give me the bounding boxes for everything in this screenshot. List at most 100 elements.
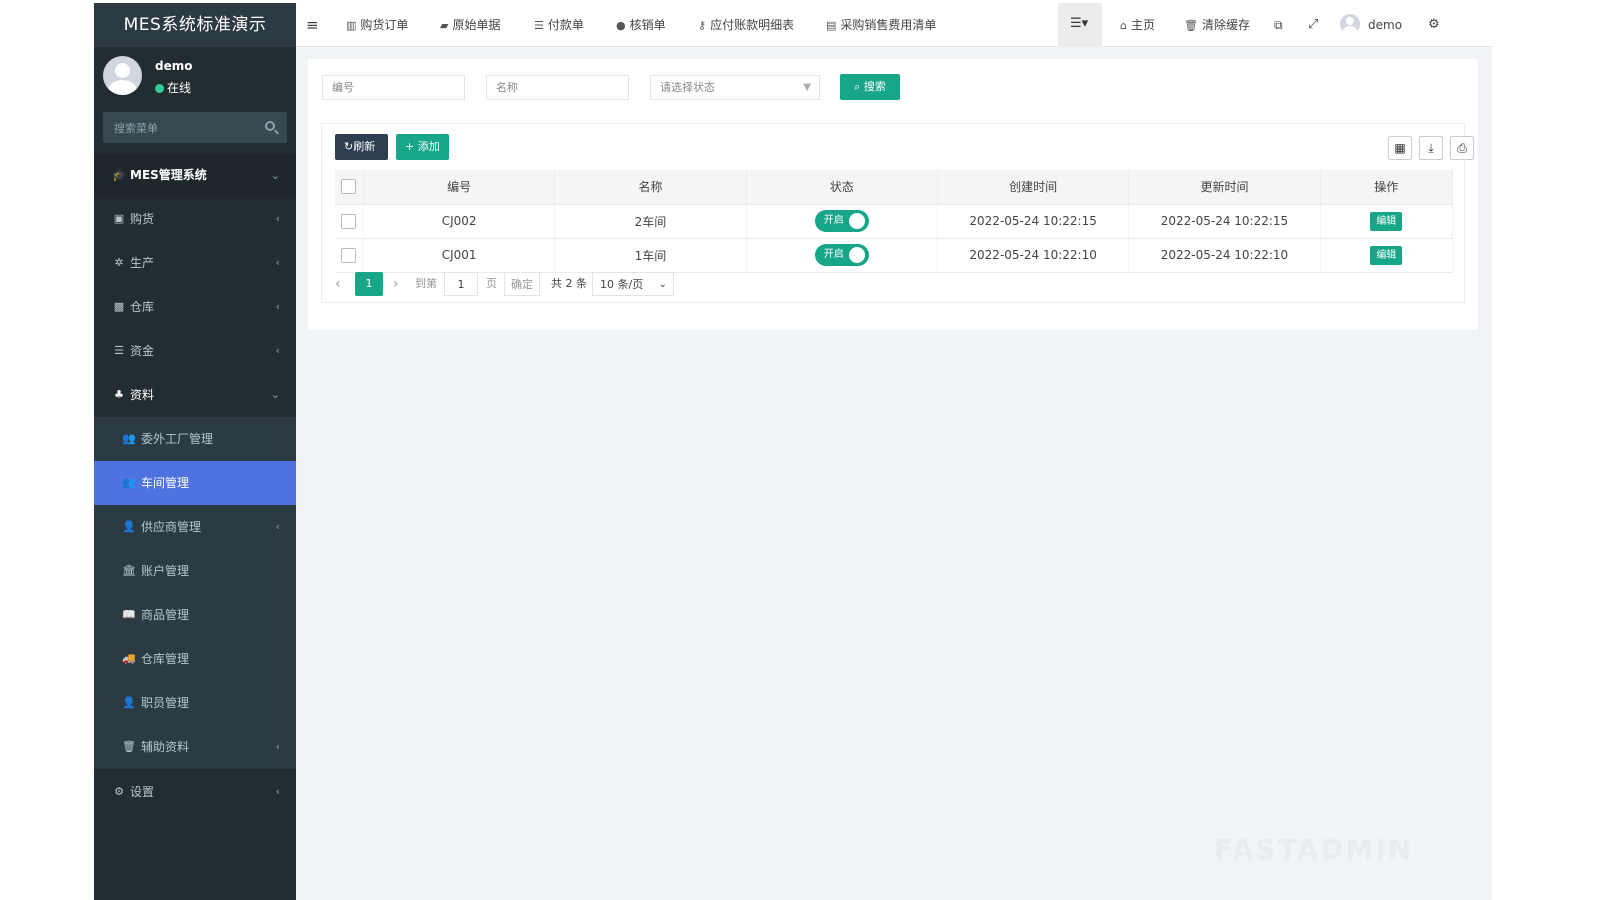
tab-original-docs[interactable]: ▰ 原始单据: [440, 3, 500, 47]
brand-watermark: FASTADMIN: [1214, 833, 1414, 866]
cell-name: 2车间: [554, 204, 747, 239]
home-link[interactable]: ⌂ 主页: [1120, 3, 1155, 47]
table-row[interactable]: CJ001 1车间 开启 2022-05-24 10:22:10 2022-05…: [335, 238, 1454, 273]
sidebar-item-label: 购货: [130, 212, 155, 226]
cell-updated: 2022-05-24 10:22:10: [1128, 238, 1321, 273]
sidebar-item-supplier[interactable]: 👤 供应商管理 ‹: [94, 505, 296, 549]
tab-label: 采购销售费用清单: [840, 18, 937, 32]
sidebar-item-workshop[interactable]: 👥 车间管理: [94, 461, 296, 505]
graduation-cap-icon: 🎓: [112, 169, 126, 182]
sidebar-item-data[interactable]: ♣ 资料 ⌄: [94, 373, 296, 417]
table-container: ↻刷新 + 添加 ▦ ⤓ ⎙ 编号 名称 状态 创建时间 更新时间 操作 CJ0…: [321, 123, 1474, 303]
export-icon[interactable]: ⤓: [1419, 136, 1443, 160]
chevron-down-icon: ⌄: [658, 279, 667, 290]
sidebar-item-warehouse[interactable]: ▩ 仓库 ‹: [94, 285, 296, 329]
total-count: 共 2 条: [551, 277, 587, 290]
table-row[interactable]: CJ002 2车间 开启 2022-05-24 10:22:15 2022-05…: [335, 204, 1454, 239]
column-header[interactable]: 状态: [746, 170, 938, 205]
cell-name: 1车间: [554, 238, 747, 273]
menu-dropdown-button[interactable]: ☰▾: [1058, 3, 1102, 47]
name-filter-input[interactable]: 名称: [486, 75, 629, 100]
cell-action: 编辑: [1320, 204, 1454, 239]
status-toggle-label: 开启: [823, 249, 844, 260]
tab-payment[interactable]: ☰ 付款单: [534, 3, 584, 47]
prev-page-button[interactable]: ‹: [335, 272, 345, 296]
sidebar-menu: 🎓 MES管理系统 ⌄ ▣ 购货 ‹ ✲ 生产 ‹ ▩ 仓库 ‹ ☰ 资金 ‹ …: [94, 154, 296, 815]
status-toggle-label: 开启: [823, 215, 844, 226]
search-icon[interactable]: [265, 121, 275, 131]
fullscreen-icon[interactable]: ⤢: [1308, 3, 1318, 47]
sidebar-item-aux-data[interactable]: 🗑 辅助资料 ‹: [94, 725, 296, 769]
sidebar: MES系统标准演示 demo 在线 搜索菜单 🎓 MES管理系统 ⌄ ▣ 购货 …: [94, 3, 296, 900]
column-header[interactable]: 编号: [363, 170, 556, 205]
status-toggle[interactable]: 开启: [814, 244, 869, 266]
tab-expense-list[interactable]: ▤ 采购销售费用清单: [826, 3, 936, 47]
page-number-input[interactable]: 1: [444, 272, 478, 296]
add-button[interactable]: + 添加: [396, 134, 449, 160]
user-plus-icon: 👥: [122, 432, 136, 445]
cell-updated: 2022-05-24 10:22:15: [1128, 204, 1321, 239]
edit-button[interactable]: 编辑: [1370, 211, 1403, 231]
sidebar-item-staff[interactable]: 👤 职员管理: [94, 681, 296, 725]
cogs-icon[interactable]: ⚙: [1428, 3, 1440, 47]
trash-icon: 🗑: [1184, 19, 1198, 32]
sidebar-item-goods[interactable]: 📖 商品管理: [94, 593, 296, 637]
sidebar-item-production[interactable]: ✲ 生产 ‹: [94, 241, 296, 285]
app-logo[interactable]: MES系统标准演示: [94, 3, 296, 47]
print-icon[interactable]: ⎙: [1450, 136, 1474, 160]
sidebar-item-outsource-factory[interactable]: 👥 委外工厂管理: [94, 417, 296, 461]
column-header[interactable]: 更新时间: [1128, 170, 1321, 205]
tab-label: 应付账款明细表: [710, 18, 795, 32]
page-size-select[interactable]: 10 条/页 ⌄: [592, 272, 674, 296]
translate-icon[interactable]: ⧉: [1274, 3, 1283, 47]
row-checkbox[interactable]: [341, 213, 357, 229]
column-header[interactable]: 创建时间: [937, 170, 1130, 205]
sidebar-item-label: 资金: [130, 344, 155, 358]
tab-purchase-order[interactable]: ▥ 购货订单: [346, 3, 408, 47]
goto-confirm-button[interactable]: 确定: [504, 272, 540, 296]
code-filter-input[interactable]: 编号: [322, 75, 465, 100]
select-all-checkbox[interactable]: [341, 179, 357, 195]
sidebar-item-account[interactable]: 🏛 账户管理: [94, 549, 296, 593]
menu-search-placeholder: 搜索菜单: [114, 122, 158, 135]
edit-button[interactable]: 编辑: [1370, 245, 1403, 265]
row-checkbox[interactable]: [341, 247, 357, 263]
plus-icon: +: [405, 140, 418, 153]
sidebar-item-funds[interactable]: ☰ 资金 ‹: [94, 329, 296, 373]
sidebar-header-mes[interactable]: 🎓 MES管理系统 ⌄: [94, 154, 296, 197]
status-filter-select[interactable]: 请选择状态 ▼: [650, 75, 820, 100]
search-icon: ⌕: [854, 80, 864, 93]
sidebar-toggle-icon[interactable]: ≡: [306, 3, 319, 47]
online-dot-icon: [155, 84, 164, 93]
cell-action: 编辑: [1320, 238, 1454, 273]
menu-search-input[interactable]: 搜索菜单: [103, 112, 287, 143]
sidebar-item-settings[interactable]: ⚙ 设置 ‹: [94, 769, 296, 815]
refresh-icon: ↻: [344, 140, 354, 153]
clear-cache-button[interactable]: 🗑 清除缓存: [1184, 3, 1250, 47]
user-menu-label: demo: [1368, 18, 1403, 32]
trash-icon: 🗑: [122, 740, 136, 753]
sidebar-item-label: 生产: [130, 256, 155, 270]
cell-created: 2022-05-24 10:22:15: [937, 204, 1130, 239]
columns-icon[interactable]: ▦: [1388, 136, 1412, 160]
tab-writeoff[interactable]: ● 核销单: [616, 3, 666, 47]
cell-code: CJ001: [363, 238, 556, 273]
cell-status: 开启: [746, 204, 938, 239]
sidebar-item-warehouse-manage[interactable]: 🚚 仓库管理: [94, 637, 296, 681]
home-label: 主页: [1130, 18, 1155, 32]
refresh-button[interactable]: ↻刷新: [335, 134, 388, 160]
sidebar-item-label: 职员管理: [141, 696, 190, 710]
user-icon: 👤: [122, 696, 136, 709]
sidebar-item-label: 资料: [130, 388, 155, 402]
status-toggle[interactable]: 开启: [814, 210, 869, 232]
goto-label: 到第: [415, 277, 437, 290]
current-page-button[interactable]: 1: [355, 272, 383, 296]
search-button[interactable]: ⌕ 搜索: [840, 74, 900, 100]
sidebar-item-purchase[interactable]: ▣ 购货 ‹: [94, 197, 296, 241]
next-page-button[interactable]: ›: [393, 272, 399, 296]
sidebar-item-label: 仓库: [130, 300, 155, 314]
tab-payables-detail[interactable]: ⚷ 应付账款明细表: [698, 3, 794, 47]
column-header[interactable]: 名称: [554, 170, 747, 205]
chevron-down-icon: ⌄: [270, 388, 280, 401]
user-menu[interactable]: demo: [1340, 3, 1402, 47]
